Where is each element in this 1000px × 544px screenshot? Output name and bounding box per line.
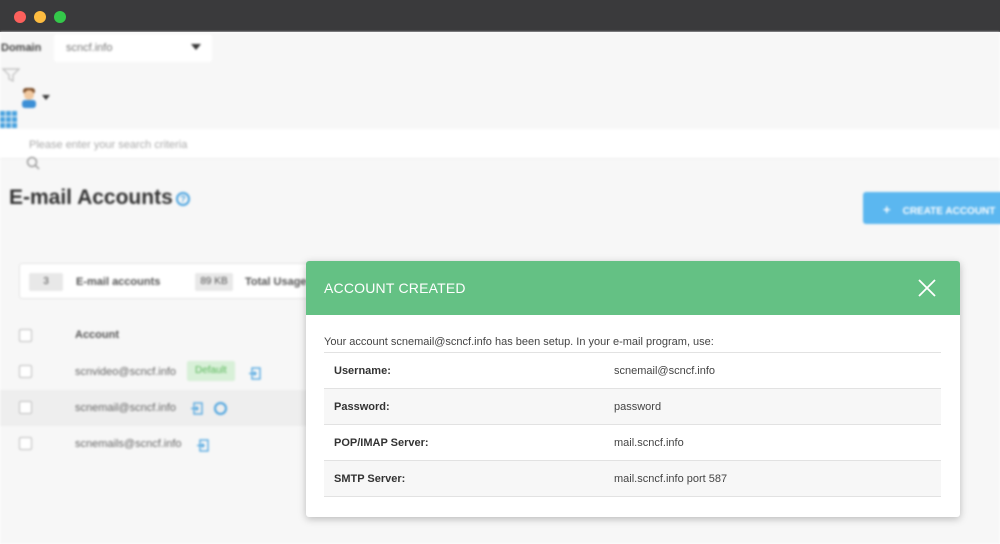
window-titlebar bbox=[0, 0, 1000, 32]
field-value[interactable]: mail.scncf.info bbox=[614, 425, 941, 461]
window-maximize-button[interactable] bbox=[54, 11, 66, 23]
account-email[interactable]: scnemails@scncf.info bbox=[75, 438, 182, 450]
domain-select[interactable]: scncf.info bbox=[54, 34, 212, 62]
table-row: POP/IMAP Server: mail.scncf.info bbox=[324, 424, 941, 461]
domain-select-value: scncf.info bbox=[66, 42, 113, 54]
create-account-label: CREATE ACCOUNT bbox=[902, 206, 996, 217]
field-label: Username: bbox=[334, 364, 391, 377]
login-icon[interactable] bbox=[190, 402, 203, 415]
field-value[interactable]: scnemail@scncf.info bbox=[614, 353, 941, 389]
field-value[interactable]: mail.scncf.info port 587 bbox=[614, 461, 941, 497]
usage-label: Total Usage bbox=[245, 276, 307, 288]
default-badge: Default bbox=[187, 361, 235, 381]
apps-grid-icon[interactable] bbox=[0, 111, 18, 129]
usage-value: 89 KB bbox=[195, 273, 233, 291]
dialog-header: ACCOUNT CREATED bbox=[306, 261, 960, 315]
dialog-message: Your account scnemail@scncf.info has bee… bbox=[324, 336, 714, 348]
table-row: Password: password bbox=[324, 388, 941, 425]
row-checkbox[interactable] bbox=[19, 437, 32, 450]
help-icon[interactable]: ? bbox=[176, 192, 190, 206]
field-label: POP/IMAP Server: bbox=[334, 436, 429, 449]
accounts-count: 3 bbox=[29, 273, 63, 291]
field-label: Password: bbox=[334, 400, 390, 413]
field-label: SMTP Server: bbox=[334, 472, 406, 485]
chevron-down-icon bbox=[191, 44, 201, 50]
search-icon[interactable] bbox=[26, 156, 40, 170]
field-value[interactable]: password bbox=[614, 389, 941, 425]
search-input[interactable]: Please enter your search criteria bbox=[0, 129, 1000, 159]
window-close-button[interactable] bbox=[14, 11, 26, 23]
row-checkbox[interactable] bbox=[19, 401, 32, 414]
avatar[interactable] bbox=[19, 86, 39, 108]
window-minimize-button[interactable] bbox=[34, 11, 46, 23]
accounts-label: E-mail accounts bbox=[76, 276, 161, 288]
help-icon[interactable] bbox=[214, 402, 227, 415]
column-header-account: Account bbox=[75, 329, 119, 341]
table-row: Username: scnemail@scncf.info bbox=[324, 352, 941, 389]
account-stats: 3 E-mail accounts 89 KB Total Usage bbox=[19, 263, 339, 299]
account-created-dialog: ACCOUNT CREATED Your account scnemail@sc… bbox=[306, 261, 960, 517]
account-email[interactable]: scnemail@scncf.info bbox=[75, 402, 176, 414]
account-settings-table: Username: scnemail@scncf.info Password: … bbox=[324, 352, 941, 497]
domain-label: Domain bbox=[1, 42, 42, 54]
table-row: SMTP Server: mail.scncf.info port 587 bbox=[324, 460, 941, 497]
dialog-title: ACCOUNT CREATED bbox=[324, 280, 466, 296]
plus-icon: + bbox=[883, 202, 891, 217]
login-icon[interactable] bbox=[248, 367, 261, 380]
create-account-button[interactable]: + CREATE ACCOUNT bbox=[863, 192, 1000, 224]
close-icon[interactable] bbox=[918, 279, 936, 297]
login-icon[interactable] bbox=[196, 439, 209, 452]
select-all-checkbox[interactable] bbox=[19, 329, 32, 342]
filter-icon[interactable] bbox=[2, 68, 20, 82]
search-placeholder: Please enter your search criteria bbox=[29, 139, 188, 151]
row-checkbox[interactable] bbox=[19, 365, 32, 378]
page-title: E-mail Accounts bbox=[9, 186, 173, 209]
account-email[interactable]: scnvideo@scncf.info bbox=[75, 366, 176, 378]
avatar-menu-caret-icon[interactable] bbox=[42, 95, 50, 100]
